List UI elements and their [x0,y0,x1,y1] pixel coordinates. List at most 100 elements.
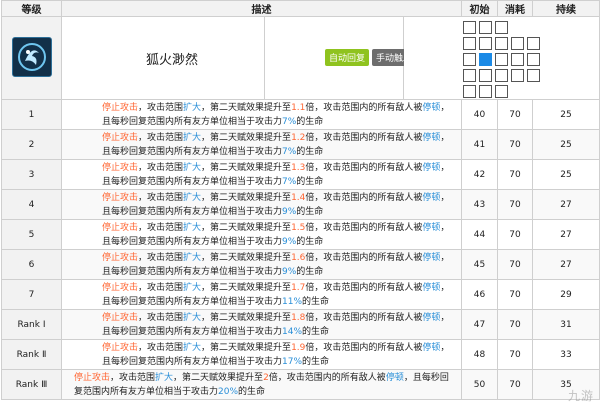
desc-segment: 停顿 [422,312,441,323]
description-cell: 停止攻击，攻击范围扩大，第二天赋效果提升至1.6倍，攻击范围内的所有敌人被停顿，… [61,249,462,280]
range-cell [495,21,508,34]
desc-segment: 的生命 [296,206,324,217]
desc-segment: 倍，攻击范围内的所有敌人被 [305,342,423,353]
desc-segment: ，第二天赋效果提升至 [201,192,292,203]
skill-levels-body: 1 停止攻击，攻击范围扩大，第二天赋效果提升至1.1倍，攻击范围内的所有敌人被停顿… [1,99,600,400]
sp-cost-cell: 70 [497,129,533,160]
desc-segment: 停止攻击 [102,192,139,203]
desc-segment: ，第二天赋效果提升至 [201,342,292,353]
level-cell: 7 [1,279,62,310]
range-cell [463,69,476,82]
skill-tags-box: 自动回复 手动触发 [264,17,417,99]
table-row: Rank Ⅱ 停止攻击，攻击范围扩大，第二天赋效果提升至1.9倍，攻击范围内的所有… [1,339,600,370]
desc-segment: 扩大 [183,282,202,293]
range-cell [495,69,508,82]
skill-table: 狐火渺然 自动回复 手动触发 等级 描述 初始 消耗 持续 1 停止攻击，攻击范… [1,0,600,400]
desc-segment: 的生命 [296,146,324,157]
desc-segment: 1.3 [291,162,306,173]
initial-sp-cell: 40 [461,99,498,130]
duration-cell: 27 [532,249,600,280]
level-cell: 4 [1,189,62,220]
desc-segment: 停顿 [422,342,441,353]
desc-segment: 倍，攻击范围内的所有敌人被 [305,102,423,113]
sp-cost-cell: 70 [497,219,533,250]
desc-segment: 1.8 [291,312,306,323]
table-row: 3 停止攻击，攻击范围扩大，第二天赋效果提升至1.3倍，攻击范围内的所有敌人被停顿… [1,159,600,190]
desc-segment: 倍，攻击范围内的所有敌人被 [305,132,423,143]
desc-segment: ，攻击范围 [138,192,184,203]
desc-segment: ，攻击范围 [138,132,184,143]
desc-segment: 停止攻击 [102,222,139,233]
range-cell [527,53,540,66]
desc-segment: 的生命 [238,386,266,397]
range-cell [495,85,508,98]
description-cell: 停止攻击，攻击范围扩大，第二天赋效果提升至1.9倍，攻击范围内的所有敌人被停顿，… [61,339,462,370]
desc-segment: 扩大 [183,222,202,233]
skill-icon-cell [1,16,62,100]
range-cell [463,21,476,34]
level-cell: 5 [1,219,62,250]
level-cell: 1 [1,99,62,130]
sp-cost-cell: 70 [497,279,533,310]
desc-segment: 的生命 [296,266,324,277]
level-cell: Rank Ⅰ [1,309,62,340]
range-cell [495,37,508,50]
skill-header-row: 狐火渺然 自动回复 手动触发 [1,16,600,100]
duration-cell: 25 [532,159,600,190]
desc-segment: 1.9 [291,342,306,353]
table-row: Rank Ⅰ 停止攻击，攻击范围扩大，第二天赋效果提升至1.8倍，攻击范围内的所有… [1,309,600,340]
desc-segment: 11% [282,296,303,307]
desc-segment: 扩大 [183,252,202,263]
description-cell: 停止攻击，攻击范围扩大，第二天赋效果提升至1.8倍，攻击范围内的所有敌人被停顿，… [61,309,462,340]
desc-segment: ，第二天赋效果提升至 [201,312,292,323]
desc-segment: 1.4 [291,192,306,203]
sp-cost-cell: 70 [497,189,533,220]
desc-segment: 停顿 [422,162,441,173]
table-row: 7 停止攻击，攻击范围扩大，第二天赋效果提升至1.7倍，攻击范围内的所有敌人被停顿… [1,279,600,310]
initial-sp-cell: 43 [461,189,498,220]
duration-cell: 27 [532,189,600,220]
watermark: 九游 [567,389,594,403]
desc-segment: 7% [282,176,297,187]
desc-segment: 扩大 [183,312,202,323]
desc-segment: ，攻击范围 [138,162,184,173]
desc-segment: 7% [282,116,297,127]
desc-segment: 1.7 [291,282,306,293]
table-row: 1 停止攻击，攻击范围扩大，第二天赋效果提升至1.1倍，攻击范围内的所有敌人被停顿… [1,99,600,130]
skill-tags-range-cell: 自动回复 手动触发 [264,16,600,100]
desc-segment: 停止攻击 [102,282,139,293]
description-cell: 停止攻击，攻击范围扩大，第二天赋效果提升至1.4倍，攻击范围内的所有敌人被停顿，… [61,189,462,220]
desc-segment: 停顿 [422,222,441,233]
range-cell [463,53,476,66]
skill-page: 狐火渺然 自动回复 手动触发 等级 描述 初始 消耗 持续 1 停止攻击，攻击范… [0,0,600,407]
desc-segment: 倍，攻击范围内的所有敌人被 [305,312,423,323]
sp-cost-cell: 70 [497,99,533,130]
sp-cost-cell: 70 [497,249,533,280]
tag-auto-recovery: 自动回复 [325,49,370,66]
desc-segment: 1.5 [291,222,306,233]
range-cell-operator [479,53,492,66]
range-cell [511,53,524,66]
desc-segment: 停止攻击 [74,372,111,383]
table-header-row: 等级 描述 初始 消耗 持续 [1,0,600,17]
initial-sp-cell: 41 [461,129,498,160]
desc-segment: 停止攻击 [102,312,139,323]
range-cell [495,53,508,66]
desc-segment: 的生命 [302,326,330,337]
desc-segment: 倍，攻击范围内的所有敌人被 [305,162,423,173]
desc-segment: 停顿 [422,192,441,203]
table-row: Rank Ⅲ 停止攻击，攻击范围扩大，第二天赋效果提升至2倍，攻击范围内的所有敌人… [1,369,600,400]
skill-name: 狐火渺然 [145,52,198,68]
attack-range-grid [463,21,540,98]
desc-segment: 9% [282,236,297,247]
duration-cell: 33 [532,339,600,370]
desc-segment: 倍，攻击范围内的所有敌人被 [268,372,386,383]
desc-segment: 倍，攻击范围内的所有敌人被 [305,252,423,263]
range-cell [463,85,476,98]
desc-segment: 停顿 [422,252,441,263]
range-cell [527,85,540,98]
desc-segment: 的生命 [302,356,330,367]
desc-segment: 9% [282,206,297,217]
range-cell [511,85,524,98]
desc-segment: 20% [218,386,239,397]
